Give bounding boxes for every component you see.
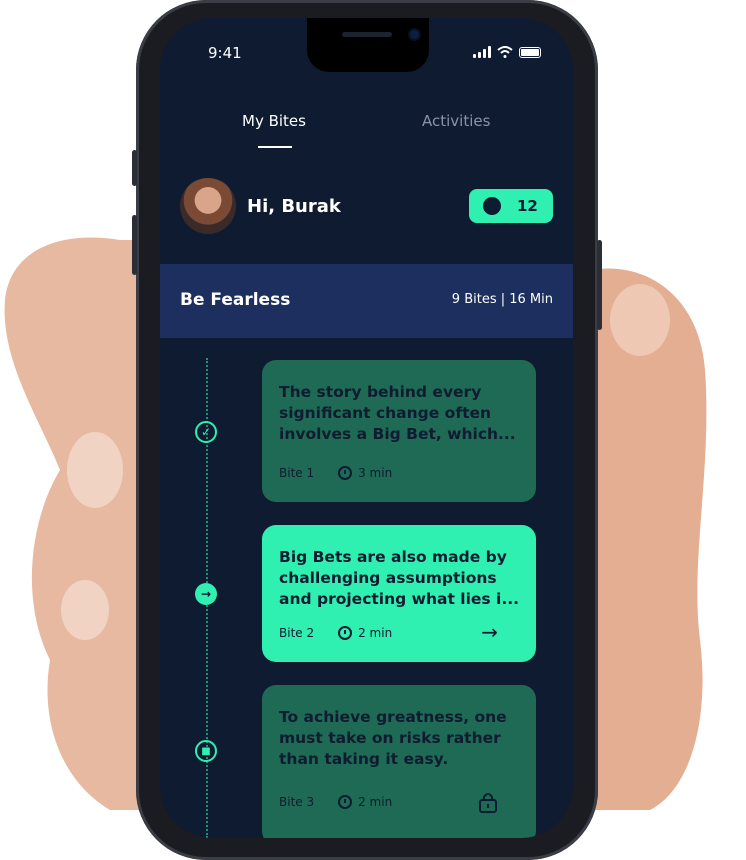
greeting-text: Hi, Burak [247,196,341,217]
bite-duration: 3 min [358,466,393,480]
bite-duration: 2 min [358,795,393,809]
timer-icon [338,626,353,640]
bite-text: Big Bets are also made by challenging as… [279,548,519,608]
phone-side-button [597,240,602,330]
phone-side-button [132,215,137,275]
speaker-grille [342,32,392,37]
phone-side-button [132,150,137,186]
wifi-icon [497,46,513,58]
bite-meta: Bite 1 3 min [279,466,392,480]
bite-meta: Bite 3 2 min [279,795,392,809]
check-icon: ✓ [195,421,217,443]
bite-card[interactable]: To achieve greatness, one must take on r… [262,685,536,838]
avatar[interactable] [180,178,236,234]
section-meta: 9 Bites | 16 Min [451,292,553,307]
arrow-right-icon[interactable]: → [481,620,498,644]
battery-icon [519,47,541,58]
bite-card[interactable]: The story behind every significant chang… [262,360,536,502]
status-time: 9:41 [208,44,242,62]
app-screen: 9:41 My Bites Activities Hi, Burak 12 Be… [160,18,573,838]
points-value: 12 [517,197,538,215]
bite-text: To achieve greatness, one must take on r… [279,708,507,768]
arrow-right-icon: → [195,583,217,605]
section-title: Be Fearless [180,290,291,310]
bite-card[interactable]: Big Bets are also made by challenging as… [262,525,536,662]
active-tab-indicator [258,146,292,148]
bite-meta: Bite 2 2 min [279,626,392,640]
timer-icon [338,795,353,809]
camera-icon [410,30,419,39]
bite-label: Bite 3 [279,795,315,809]
timer-icon [338,466,353,480]
status-icons [473,44,541,58]
greeting-row: Hi, Burak 12 [180,178,553,236]
phone-notch [307,18,429,72]
bite-label: Bite 2 [279,626,315,640]
bite-duration: 2 min [358,626,393,640]
points-badge[interactable]: 12 [469,189,553,223]
tab-my-bites[interactable]: My Bites [242,112,306,130]
bite-text: The story behind every significant chang… [279,383,516,443]
signal-icon [473,46,491,58]
tab-activities[interactable]: Activities [422,112,490,130]
coin-icon [483,197,501,215]
lock-icon: ■ [195,740,217,762]
section-header: Be Fearless 9 Bites | 16 Min [160,264,573,338]
bite-label: Bite 1 [279,466,315,480]
tab-bar: My Bites Activities [160,112,573,152]
